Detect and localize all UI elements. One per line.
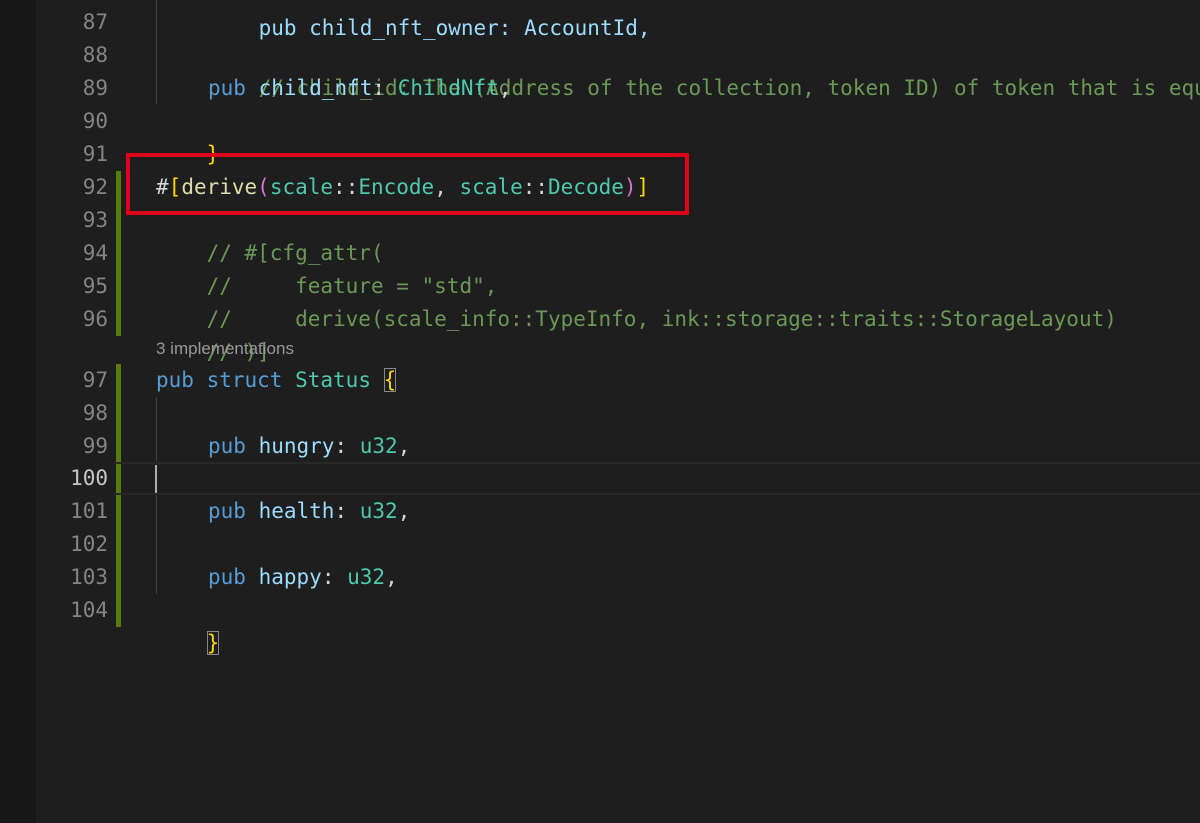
code-line-101: pub health: u32,	[208, 495, 410, 528]
code-line-90: }	[156, 105, 220, 166]
field-name: hungry	[258, 434, 335, 458]
keyword: struct	[206, 368, 283, 392]
matched-bracket: {	[383, 368, 397, 392]
line-number: 98	[82, 401, 108, 425]
line-number: 96	[82, 307, 108, 331]
current-line-highlight	[114, 462, 1200, 495]
punctuation: ,	[385, 565, 398, 589]
annotation-highlight-box	[126, 153, 689, 215]
line-number: 102	[70, 532, 108, 556]
code-line-88: // child_id: The (Address of the collect…	[208, 39, 1200, 100]
punctuation: :	[334, 499, 348, 523]
line-number-current: 100	[70, 466, 108, 490]
line-number: 104	[70, 598, 108, 622]
punctuation: :	[321, 565, 335, 589]
code-line-104: }	[156, 594, 220, 655]
code-line-94: // feature = "std",	[156, 237, 498, 298]
code-text: pub child_nft_owner: AccountId,	[258, 16, 651, 40]
text-cursor	[155, 465, 157, 493]
line-number: 91	[82, 142, 108, 166]
line-number: 101	[70, 499, 108, 523]
type-name: u32	[347, 565, 386, 589]
code-line-97: pub struct Status {	[156, 364, 397, 397]
line-number: 87	[82, 10, 108, 34]
punctuation: ,	[397, 434, 411, 458]
line-number: 95	[82, 274, 108, 298]
line-number: 90	[82, 109, 108, 133]
keyword: pub	[156, 368, 194, 392]
indent-guide	[156, 397, 157, 461]
keyword: pub	[208, 565, 246, 589]
code-line-96: // )]	[156, 303, 270, 364]
type-name: Status	[295, 368, 371, 392]
field-name: child_nft	[258, 76, 373, 100]
code-line-99: pub hungry: u32,	[208, 430, 410, 463]
field-name: health	[258, 499, 335, 523]
line-number: 97	[82, 368, 108, 392]
keyword: pub	[208, 499, 246, 523]
punctuation: ,	[498, 76, 512, 100]
line-number: 94	[82, 241, 108, 265]
punctuation: :	[372, 76, 386, 100]
type-name: ChildNft	[397, 76, 499, 100]
keyword: pub	[208, 434, 246, 458]
line-number: 93	[82, 208, 108, 232]
keyword: pub	[208, 76, 246, 100]
codelens-implementations[interactable]: 3 implementations	[156, 337, 294, 361]
punctuation: :	[334, 434, 348, 458]
code-line-103: pub happy: u32,	[208, 561, 398, 594]
indent-guide	[156, 495, 157, 594]
indent-guide	[156, 0, 157, 104]
field-name: happy	[258, 565, 322, 589]
code-line-89: pub child_nft: ChildNft,	[208, 72, 512, 105]
line-number: 103	[70, 565, 108, 589]
line-number: 92	[82, 175, 108, 199]
code-line-95: // derive(scale_info::TypeInfo, ink::sto…	[156, 270, 1117, 331]
line-number-gutter: 87 88 89 90 91 92 93 94 95 96 97 98 99 1…	[36, 0, 114, 823]
comment-text: // derive(scale_info::TypeInfo, ink::sto…	[206, 307, 1117, 331]
line-number: 89	[82, 76, 108, 100]
line-number: 88	[82, 43, 108, 67]
code-line-87: pub child_nft_owner: AccountId,	[208, 0, 651, 40]
line-number: 99	[82, 434, 108, 458]
code-editor[interactable]: pub child_nft_owner: AccountId, // child…	[114, 0, 1200, 823]
punctuation: ,	[397, 499, 411, 523]
activity-strip	[0, 0, 36, 823]
matched-bracket: }	[206, 631, 220, 655]
type-name: u32	[359, 434, 398, 458]
type-name: u32	[359, 499, 398, 523]
